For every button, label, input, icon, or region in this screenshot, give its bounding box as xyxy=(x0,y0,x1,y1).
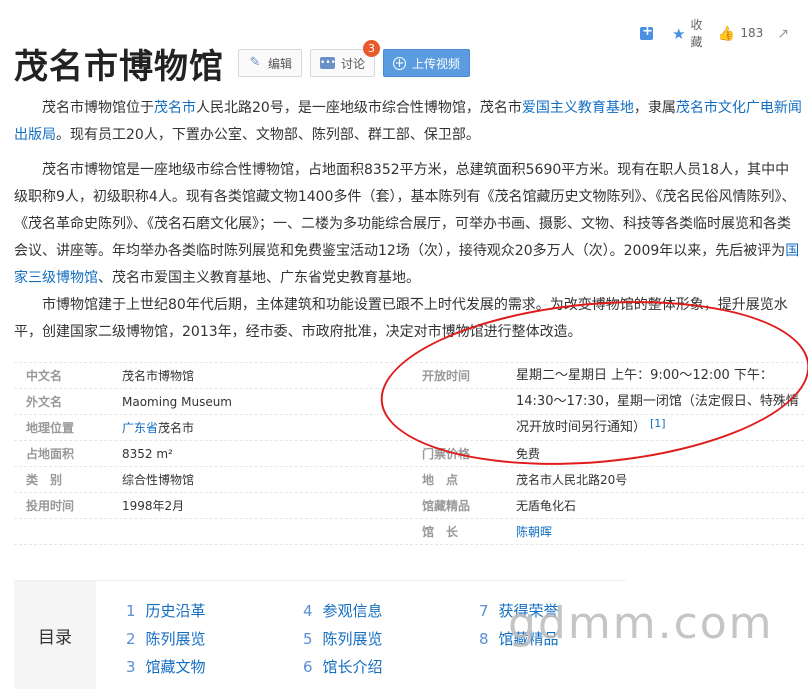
toc-item-5[interactable]: 5 陈列展览 xyxy=(303,628,383,649)
toc-item-3[interactable]: 3 馆藏文物 xyxy=(126,656,206,677)
info-key: 馆藏精品 xyxy=(422,499,471,513)
page-title: 茂名市博物馆 xyxy=(14,46,224,87)
plus-circle-icon: + xyxy=(393,55,407,70)
toc-num: 8 xyxy=(479,630,489,648)
edit-label: 编辑 xyxy=(268,56,293,71)
collect-button[interactable]: ★ 收藏 xyxy=(672,16,704,50)
toc-item-4[interactable]: 4 参观信息 xyxy=(303,600,383,621)
watermark: gdmm.com xyxy=(508,598,774,649)
toc-item-6[interactable]: 6 馆长介绍 xyxy=(303,656,383,677)
toc-num: 4 xyxy=(303,602,313,620)
summary-paragraph-2: 茂名市博物馆是一座地级市综合性博物馆，占地面积8352平方米，总建筑面积5690… xyxy=(14,157,802,292)
toc-num: 1 xyxy=(126,602,136,620)
toc-item-label: 历史沿革 xyxy=(145,602,206,620)
info-value: 茂名市博物馆 xyxy=(122,369,195,383)
toc-item-label: 参观信息 xyxy=(322,602,383,620)
upload-label: 上传视频 xyxy=(412,56,461,71)
reference-link[interactable]: [1] xyxy=(650,417,666,430)
toc-item-2[interactable]: 2 陈列展览 xyxy=(126,628,206,649)
text: 茂名市博物馆位于 xyxy=(42,100,154,116)
like-count: 183 xyxy=(740,26,764,40)
info-value: 综合性博物馆 xyxy=(122,473,195,487)
star-icon: ★ xyxy=(672,24,686,43)
info-value: 免费 xyxy=(516,447,541,461)
info-value: 陈朝晖 xyxy=(516,519,552,545)
link-guangdong[interactable]: 广东省 xyxy=(122,421,158,435)
text: 茂名市博物馆是一座地级市综合性博物馆，占地面积8352平方米，总建筑面积5690… xyxy=(14,162,796,259)
summary-paragraph-3: 市博物馆建于上世纪80年代后期，主体建筑和功能设置已跟不上时代发展的需求。为改变… xyxy=(14,292,802,346)
info-key: 类 别 xyxy=(26,473,63,487)
toc-num: 7 xyxy=(479,602,489,620)
summary-paragraph-1: 茂名市博物馆位于茂名市人民北路20号，是一座地级市综合性博物馆，茂名市爱国主义教… xyxy=(14,95,802,149)
message-icon: ••• xyxy=(320,57,336,69)
info-value: Maoming Museum xyxy=(122,395,232,409)
text: 。现有员工20人，下置办公室、文物部、陈列部、群工部、保卫部。 xyxy=(56,127,480,143)
thumbs-up-icon: 👍 xyxy=(717,25,736,42)
toc-item-label: 陈列展览 xyxy=(145,630,206,648)
info-key: 中文名 xyxy=(26,369,63,383)
info-value: 茂名市人民北路20号 xyxy=(516,473,628,487)
info-row: 占地面积 8352 m² 门票价格 免费 xyxy=(14,441,804,467)
text: 人民北路20号，是一座地级市综合性博物馆，茂名市 xyxy=(196,100,522,116)
toc-num: 3 xyxy=(126,658,136,676)
info-row: 投用时间 1998年2月 馆藏精品 无盾龟化石 xyxy=(14,493,804,519)
info-value: 无盾龟化石 xyxy=(516,499,577,513)
toc-item-1[interactable]: 1 历史沿革 xyxy=(126,600,206,621)
info-key: 占地面积 xyxy=(26,447,75,461)
share-button[interactable]: ↗ xyxy=(777,25,794,42)
info-key: 开放时间 xyxy=(422,369,471,383)
toc-num: 5 xyxy=(303,630,313,648)
discuss-label: 讨论 xyxy=(341,56,366,71)
text: ，隶属 xyxy=(633,100,676,116)
toc-item-label: 馆长介绍 xyxy=(322,658,383,676)
info-row: 类 别 综合性博物馆 地 点 茂名市人民北路20号 xyxy=(14,467,804,493)
info-value: 广东省茂名市 xyxy=(122,415,194,441)
like-button[interactable]: 👍 183 xyxy=(717,25,764,42)
link-maoming[interactable]: 茂名市 xyxy=(154,100,196,116)
discuss-button[interactable]: ••• 讨论 3 xyxy=(310,40,381,77)
share-icon: ↗ xyxy=(777,25,789,42)
upload-video-button[interactable]: + 上传视频 xyxy=(383,49,471,77)
edit-button[interactable]: ✎ 编辑 xyxy=(238,49,303,77)
collect-label: 收藏 xyxy=(690,18,703,49)
plus-icon xyxy=(640,24,653,40)
text: 茂名市 xyxy=(158,421,195,435)
add-button[interactable] xyxy=(640,24,658,40)
text: 市博物馆建于上世纪80年代后期，主体建筑和功能设置已跟不上时代发展的需求。为改变… xyxy=(14,297,788,340)
toc-item-label: 陈列展览 xyxy=(322,630,383,648)
text: 、茂名市爱国主义教育基地、广东省党史教育基地。 xyxy=(98,270,420,286)
toc-num: 6 xyxy=(303,658,313,676)
info-key: 地 点 xyxy=(422,473,459,487)
link-curator[interactable]: 陈朝晖 xyxy=(516,525,552,539)
opening-hours-value: 星期二～星期日 上午：9:00～12:00 下午：14:30～17:30，星期一… xyxy=(516,363,804,441)
info-key: 门票价格 xyxy=(422,447,471,461)
basic-info-table: 中文名 茂名市博物馆 开放时间 外文名 Maoming Museum 地理位置 … xyxy=(14,362,804,545)
info-key: 地理位置 xyxy=(26,421,75,435)
pencil-icon: ✎ xyxy=(249,55,261,70)
info-key: 投用时间 xyxy=(26,499,75,513)
info-value: 8352 m² xyxy=(122,447,173,461)
info-key: 馆 长 xyxy=(422,525,459,539)
info-row: 馆 长 陈朝晖 xyxy=(14,519,804,545)
title-row: 茂名市博物馆 ✎ 编辑 ••• 讨论 3 + 上传视频 xyxy=(14,38,478,88)
info-value: 1998年2月 xyxy=(122,499,185,513)
toc-num: 2 xyxy=(126,630,136,648)
toc-item-label: 馆藏文物 xyxy=(145,658,206,676)
link-patriotic-base[interactable]: 爱国主义教育基地 xyxy=(522,100,634,116)
discuss-badge: 3 xyxy=(363,40,381,57)
toc-label: 目录 xyxy=(14,581,96,689)
toolbar-right: ★收藏 👍 183 ↗ xyxy=(640,18,808,49)
info-key: 外文名 xyxy=(26,395,63,409)
